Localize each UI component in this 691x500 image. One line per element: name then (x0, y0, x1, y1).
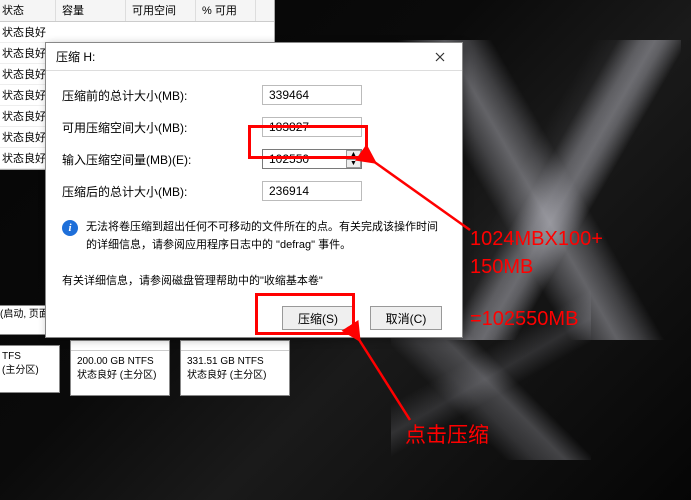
close-button[interactable] (420, 46, 460, 68)
table-row: 状态良好 (0, 22, 274, 43)
field-total-after: 压缩后的总计大小(MB): 236914 (62, 175, 446, 207)
col-free: 可用空间 (126, 0, 196, 21)
dialog-titlebar[interactable]: 压缩 H: (46, 43, 462, 71)
col-status: 状态 (0, 0, 56, 21)
annotation-result: =102550MB (470, 305, 578, 333)
partition-fragment: TFS (主分区) (0, 345, 60, 393)
col-capacity: 容量 (56, 0, 126, 21)
shrink-volume-dialog: 压缩 H: 压缩前的总计大小(MB): 339464 可用压缩空间大小(MB):… (45, 42, 463, 338)
dialog-title: 压缩 H: (56, 48, 95, 65)
field-label: 压缩前的总计大小(MB): (62, 87, 262, 104)
info-message: i 无法将卷压缩到超出任何不可移动的文件所在的点。有关完成该操作时间的详细信息，… (62, 215, 446, 254)
dialog-button-row: 压缩(S) 取消(C) (46, 296, 462, 342)
info-text: 无法将卷压缩到超出任何不可移动的文件所在的点。有关完成该操作时间的详细信息，请参… (86, 219, 446, 254)
field-label: 可用压缩空间大小(MB): (62, 119, 262, 136)
field-label: 输入压缩空间量(MB)(E): (62, 151, 262, 168)
field-label: 压缩后的总计大小(MB): (62, 183, 262, 200)
annotation-highlight-input (248, 125, 368, 159)
close-icon (435, 52, 445, 62)
cancel-button[interactable]: 取消(C) (370, 306, 442, 330)
annotation-calculation: 1024MBX100+ 150MB (470, 225, 603, 281)
spinner-down[interactable]: ▼ (346, 159, 361, 168)
col-pct: % 可用 (196, 0, 256, 21)
field-value-readonly: 339464 (262, 85, 362, 105)
annotation-highlight-button (255, 293, 355, 335)
field-total-before: 压缩前的总计大小(MB): 339464 (62, 79, 446, 111)
info-help-text: 有关详细信息，请参阅磁盘管理帮助中的"收缩基本卷" (62, 272, 446, 288)
table-header-row: 状态 容量 可用空间 % 可用 (0, 0, 274, 22)
field-value-readonly: 236914 (262, 181, 362, 201)
info-icon: i (62, 220, 78, 236)
annotation-click-hint: 点击压缩 (405, 421, 489, 450)
partition-box: 200.00 GB NTFS 状态良好 (主分区) (70, 340, 170, 396)
partition-box: 331.51 GB NTFS 状态良好 (主分区) (180, 340, 290, 396)
